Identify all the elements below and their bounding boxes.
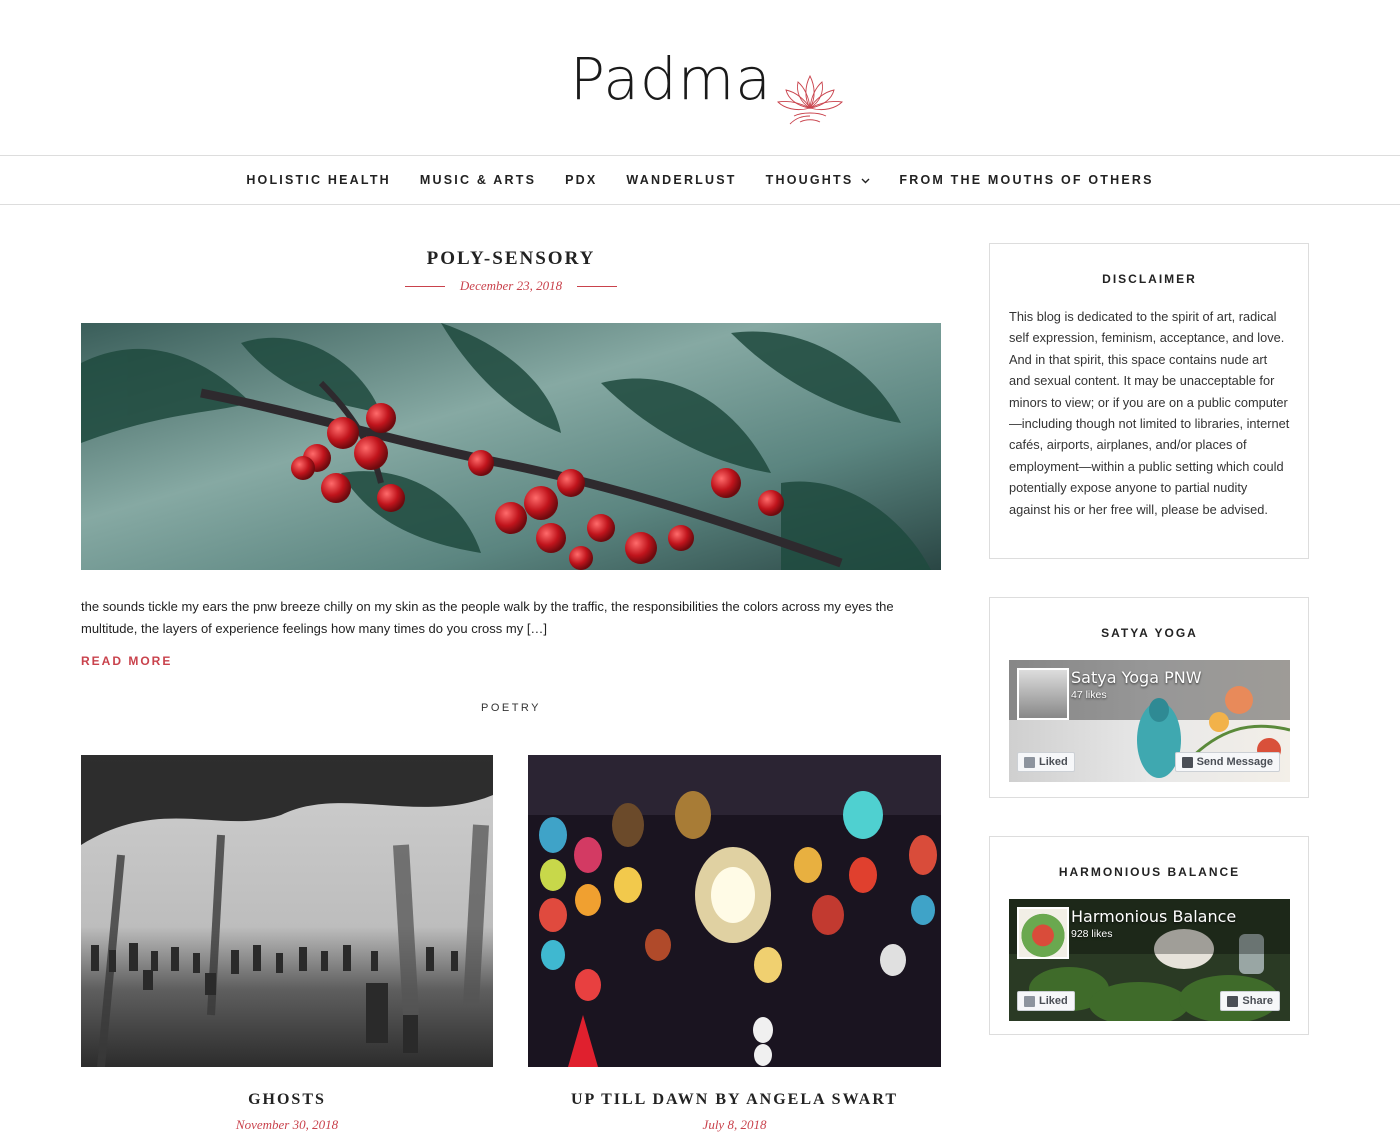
date-divider <box>404 285 445 287</box>
facebook-like-count: 928 likes <box>1071 928 1113 940</box>
post-card-date: November 30, 2018 <box>235 1117 339 1132</box>
facebook-icon <box>1024 995 1035 1007</box>
facebook-page-name[interactable]: Satya Yoga PNW <box>1071 668 1202 687</box>
site-logo[interactable]: Padma <box>570 45 846 125</box>
button-label: Liked <box>1039 756 1068 768</box>
main-content: POLY-SENSORY December 23, 2018 the sound… <box>81 206 941 1132</box>
nav-item-music-arts[interactable]: MUSIC & ARTS <box>405 173 550 187</box>
nav-item-pdx[interactable]: PDX <box>551 173 612 187</box>
post-card-image[interactable] <box>81 755 493 1067</box>
widget-heading: DISCLAIMER <box>1102 272 1197 286</box>
post-card: UP TILL DAWN BY ANGELA SWART July 8, 201… <box>528 755 941 1133</box>
sidebar: DISCLAIMER This blog is dedicated to the… <box>989 243 1309 1073</box>
widget-heading: SATYA YOGA <box>1101 626 1198 640</box>
facebook-page-name[interactable]: Harmonious Balance <box>1071 907 1236 926</box>
button-label: Send Message <box>1196 756 1273 768</box>
nav-label: MUSIC & ARTS <box>419 173 537 187</box>
logo-text: Padma <box>570 45 772 113</box>
lotus-icon <box>776 74 843 125</box>
lanterns-image <box>528 755 941 1067</box>
send-message-button[interactable]: Send Message <box>1174 752 1280 772</box>
harmonious-balance-widget: HARMONIOUS BALANCE Harmonious Balance 92… <box>989 836 1309 1035</box>
nav-item-holistic-health[interactable]: HOLISTIC HEALTH <box>232 173 406 187</box>
nav-label: HOLISTIC HEALTH <box>246 173 391 187</box>
page-avatar[interactable] <box>1017 907 1069 959</box>
post-category-link[interactable]: POETRY <box>81 702 941 714</box>
featured-post-title[interactable]: POLY-SENSORY <box>81 248 941 270</box>
featured-post-image[interactable] <box>81 323 941 570</box>
post-card: GHOSTS November 30, 2018 <box>81 755 493 1133</box>
foggy-graveyard-image <box>81 755 493 1067</box>
nav-label: WANDERLUST <box>626 173 737 187</box>
widget-heading: HARMONIOUS BALANCE <box>1058 865 1241 879</box>
site-header: Padma <box>0 0 1400 156</box>
holly-berries-image <box>81 323 941 570</box>
facebook-page-plugin[interactable]: Satya Yoga PNW 47 likes Liked Send Messa… <box>1009 660 1290 782</box>
liked-button[interactable]: Liked <box>1017 752 1075 772</box>
nav-item-from-the-mouths-of-others[interactable]: FROM THE MOUTHS OF OTHERS <box>885 173 1168 187</box>
post-card-date: July 8, 2018 <box>702 1117 767 1132</box>
button-label: Share <box>1242 995 1273 1007</box>
nav-label: THOUGHTS <box>765 173 854 187</box>
page-avatar[interactable] <box>1017 668 1069 720</box>
liked-button[interactable]: Liked <box>1017 991 1075 1011</box>
nav-item-wanderlust[interactable]: WANDERLUST <box>612 173 751 187</box>
featured-post-excerpt: the sounds tickle my ears the pnw breeze… <box>81 599 894 636</box>
post-card-image[interactable] <box>528 755 941 1067</box>
facebook-like-count: 47 likes <box>1071 689 1107 701</box>
featured-post-date: December 23, 2018 <box>459 278 563 293</box>
chevron-down-icon <box>861 178 870 184</box>
satya-yoga-widget: SATYA YOGA Satya Yoga PNW 47 likes Liked… <box>989 597 1309 798</box>
read-more-link[interactable]: READ MORE <box>81 654 172 668</box>
post-card-title[interactable]: UP TILL DAWN BY ANGELA SWART <box>528 1091 941 1109</box>
share-icon <box>1227 995 1239 1007</box>
messenger-icon <box>1181 756 1193 768</box>
nav-item-thoughts[interactable]: THOUGHTS <box>751 173 885 187</box>
facebook-page-plugin[interactable]: Harmonious Balance 928 likes Liked Share <box>1009 899 1290 1021</box>
button-label: Liked <box>1039 995 1068 1007</box>
nav-label: PDX <box>565 173 598 187</box>
post-card-title[interactable]: GHOSTS <box>81 1091 493 1109</box>
share-button[interactable]: Share <box>1220 991 1280 1011</box>
date-divider <box>577 285 618 287</box>
nav-label: FROM THE MOUTHS OF OTHERS <box>899 173 1154 187</box>
disclaimer-widget: DISCLAIMER This blog is dedicated to the… <box>989 243 1309 559</box>
featured-post-meta: December 23, 2018 <box>81 278 941 294</box>
main-nav: HOLISTIC HEALTH MUSIC & ARTS PDX WANDERL… <box>0 156 1400 205</box>
facebook-icon <box>1024 756 1035 768</box>
disclaimer-text: This blog is dedicated to the spirit of … <box>1009 309 1290 517</box>
